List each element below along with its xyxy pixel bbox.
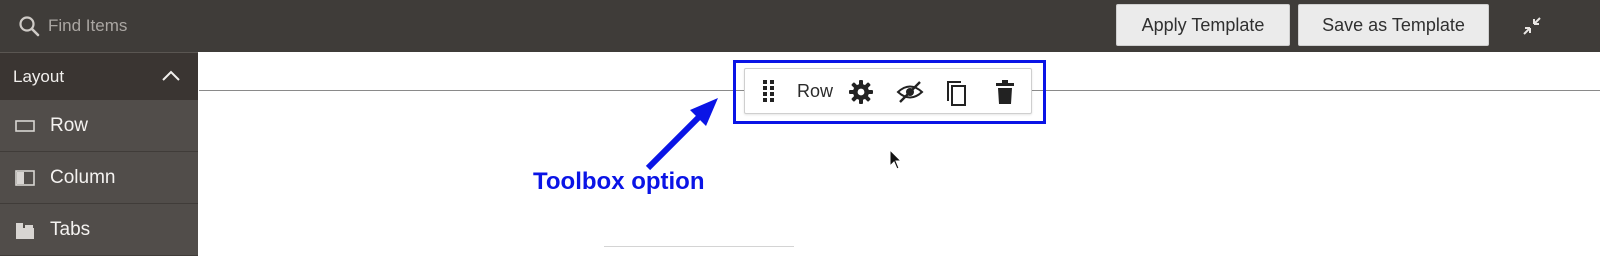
sidebar-item-label: Column <box>50 167 116 188</box>
chevron-up-icon <box>162 70 180 81</box>
tabs-icon <box>16 223 34 239</box>
duplicate-icon[interactable] <box>944 79 968 107</box>
sidebar: Layout Row Column Tabs <box>0 52 198 256</box>
search-input[interactable] <box>48 12 348 40</box>
top-toolbar: Apply Template Save as Template <box>0 0 1600 52</box>
row-toolbox: Row <box>744 68 1032 114</box>
trash-icon[interactable] <box>994 79 1016 105</box>
search-bar <box>0 0 400 52</box>
layout-section-header[interactable]: Layout <box>0 52 198 100</box>
mouse-cursor-icon <box>889 149 903 170</box>
drag-handle-icon[interactable] <box>762 79 776 105</box>
gear-icon[interactable] <box>848 79 874 105</box>
sidebar-item-row[interactable]: Row <box>0 100 198 152</box>
toolbox-label: Row <box>797 81 834 101</box>
save-as-template-button[interactable]: Save as Template <box>1298 4 1489 46</box>
sidebar-item-column[interactable]: Column <box>0 152 198 204</box>
collapse-fullscreen-icon[interactable] <box>1520 14 1544 38</box>
apply-template-button[interactable]: Apply Template <box>1116 4 1290 46</box>
sidebar-item-label: Tabs <box>50 219 91 240</box>
content-divider <box>604 246 794 247</box>
layout-section-title: Layout <box>13 67 65 86</box>
column-icon <box>15 170 35 186</box>
row-icon <box>15 120 35 132</box>
annotation-arrow-icon <box>645 98 718 171</box>
annotation-label: Toolbox option <box>533 168 705 195</box>
hide-icon[interactable] <box>896 79 924 105</box>
sidebar-item-tabs[interactable]: Tabs <box>0 204 198 256</box>
sidebar-item-label: Row <box>50 115 89 136</box>
search-icon <box>19 16 40 37</box>
